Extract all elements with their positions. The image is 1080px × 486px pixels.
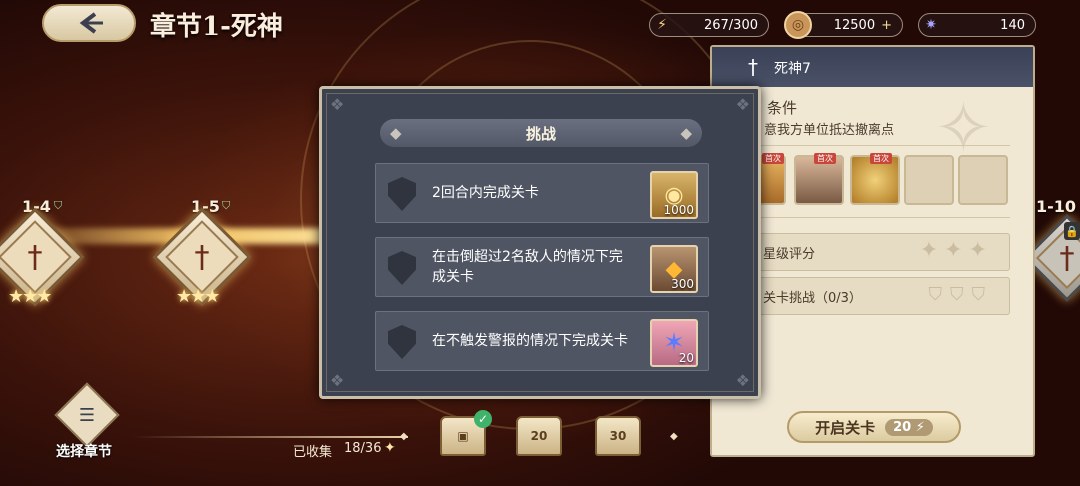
challenge-shields-icon: ⛉⛉⛉: [928, 284, 993, 305]
select-chapter-label: 选择章节: [56, 444, 112, 460]
start-stage-button[interactable]: 开启关卡 20 ⚡: [787, 411, 961, 443]
list-icon: ☰: [78, 404, 96, 426]
collected-label: 已收集: [293, 445, 333, 460]
title-ornament-left-icon: ◆: [390, 124, 402, 142]
chest-label: 20: [530, 429, 548, 443]
dagger-icon: †: [27, 239, 43, 275]
gem-counter: ✷ 140: [918, 13, 1036, 37]
star-rating-row[interactable]: 星级评分 ✦✦✦: [736, 233, 1010, 271]
lightning-icon: ⚡: [657, 17, 667, 33]
challenge-task[interactable]: 在击倒超过2名敌人的情况下完成关卡 ◆ 300: [375, 237, 709, 297]
lock-icon: 🔒: [1064, 222, 1080, 240]
loot-slot[interactable]: 首次: [850, 153, 900, 205]
loot-slot-empty: [958, 155, 1008, 205]
dagger-icon: †: [194, 239, 210, 275]
reward-chest[interactable]: ▣ ✓: [440, 410, 492, 456]
stage-stars-1-4: ★★★: [8, 286, 52, 307]
loot-slot[interactable]: 首次: [794, 153, 844, 205]
first-clear-tag: 首次: [870, 153, 892, 164]
stamina-cost: 20 ⚡: [885, 418, 933, 436]
first-clear-tag: 首次: [814, 153, 836, 164]
dialog-title: ◆ 挑战 ◆: [380, 119, 702, 147]
back-button[interactable]: [42, 4, 136, 42]
reward-item[interactable]: ◉ 1000: [650, 171, 698, 219]
reward-count: 20: [678, 351, 694, 365]
condition-title: 条件: [767, 99, 798, 117]
coin-counter: ◎ 12500 +: [784, 11, 903, 39]
shield-icon: [388, 177, 416, 211]
progress-line: [132, 436, 408, 438]
corner-ornament-icon: ❖: [735, 95, 750, 114]
first-clear-tag: 首次: [762, 153, 784, 164]
reward-count: 1000: [663, 203, 694, 217]
task-text: 2回合内完成关卡: [432, 185, 539, 201]
back-arrow-icon: [79, 12, 103, 34]
corner-ornament-icon: ❖: [330, 95, 345, 114]
reward-chest[interactable]: 30: [595, 416, 641, 456]
progress-end-icon: ◆: [400, 431, 408, 442]
chest-lock-icon: ▣: [457, 429, 469, 443]
dagger-icon: †: [1059, 240, 1075, 276]
panel-header: † 死神7: [712, 47, 1033, 87]
progress-end-icon: ◆: [670, 431, 678, 442]
lightning-icon: ⚡: [915, 419, 925, 435]
stage-challenge-row[interactable]: 关卡挑战（0/3） ⛉⛉⛉: [736, 277, 1010, 315]
claimed-check-icon: ✓: [474, 410, 492, 428]
chest-label: 30: [609, 429, 627, 443]
add-coins-button[interactable]: +: [881, 18, 892, 33]
divider: [736, 217, 1010, 218]
star-crystal-icon: ✷: [925, 17, 937, 33]
loot-slot-empty: [904, 155, 954, 205]
gem-value: 140: [1000, 17, 1025, 33]
stamina-cost-value: 20: [893, 419, 912, 435]
title-ornament-right-icon: ◆: [680, 124, 692, 142]
star-rating-label: 星级评分: [763, 247, 816, 262]
condition-text: 意我方单位抵达撤离点: [764, 123, 895, 138]
stage-stars-1-5: ★★★: [176, 286, 220, 307]
dagger-icon: †: [748, 55, 758, 79]
collected-value: 18/36: [344, 441, 382, 456]
start-label: 开启关卡: [815, 418, 876, 437]
corner-ornament-icon: ❖: [735, 371, 750, 390]
stage-label-1-10: 1-10: [1036, 197, 1077, 216]
task-text: 在不触发警报的情况下完成关卡: [432, 333, 628, 349]
shield-badge-icon: ⛉: [222, 199, 231, 212]
chapter-title: 章节1-死神: [150, 12, 283, 42]
star-icon: ✦: [384, 440, 396, 456]
stamina-counter: ⚡ 267/300: [649, 13, 769, 37]
coin-value: 12500: [833, 17, 876, 33]
dialog-title-text: 挑战: [525, 124, 556, 143]
challenge-task[interactable]: 在不触发警报的情况下完成关卡 ✶ 20: [375, 311, 709, 371]
corner-ornament-icon: ❖: [330, 371, 345, 390]
rating-stars-icon: ✦✦✦: [919, 238, 993, 263]
reward-item[interactable]: ◆ 300: [650, 245, 698, 293]
stage-challenge-label: 关卡挑战（0/3）: [763, 291, 862, 306]
shield-icon: [388, 251, 416, 285]
challenge-dialog: ❖ ❖ ❖ ❖ ◆ 挑战 ◆ 2回合内完成关卡 ◉ 1000 在击倒超过2名敌人…: [319, 86, 761, 399]
coin-icon: ◎: [784, 11, 812, 39]
divider: [736, 145, 1010, 146]
stamina-value: 267/300: [703, 17, 758, 33]
reward-chest[interactable]: 20: [516, 416, 562, 456]
task-text: 在击倒超过2名敌人的情况下完成关卡: [432, 249, 623, 285]
reward-item[interactable]: ✶ 20: [650, 319, 698, 367]
reward-count: 300: [671, 277, 694, 291]
challenge-task[interactable]: 2回合内完成关卡 ◉ 1000: [375, 163, 709, 223]
shield-icon: [388, 325, 416, 359]
shield-badge-icon: ⛉: [54, 199, 63, 212]
stage-name: 死神7: [774, 61, 811, 77]
